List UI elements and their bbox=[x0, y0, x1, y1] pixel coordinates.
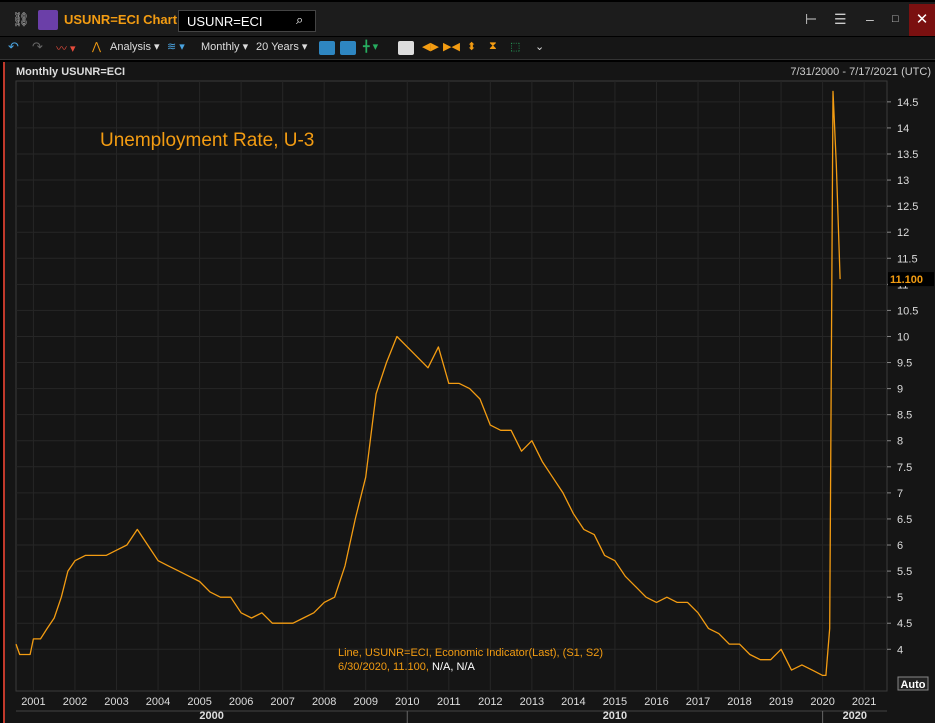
y-tick-label: 10.5 bbox=[897, 305, 918, 317]
x-tick-label: 2004 bbox=[146, 696, 170, 708]
legend-line-1: Line, USUNR=ECI, Economic Indicator(Last… bbox=[338, 647, 603, 659]
y-tick-label: 7.5 bbox=[897, 462, 912, 474]
legend-date-value: 6/30/2020, 11.100, bbox=[338, 661, 432, 673]
y-tick-label: 9 bbox=[897, 384, 903, 396]
y-tick-label: 12 bbox=[897, 227, 909, 239]
y-tick-label: 8 bbox=[897, 436, 903, 448]
legend-line-2: 6/30/2020, 11.100, N/A, N/A bbox=[338, 661, 475, 673]
x-tick-label: 2017 bbox=[686, 696, 710, 708]
x-tick-label: 2007 bbox=[270, 696, 294, 708]
chart-svg[interactable]: 44.555.566.577.588.599.51010.51111.51212… bbox=[0, 0, 935, 723]
y-tick-label: 13 bbox=[897, 175, 909, 187]
y-tick-label: 6 bbox=[897, 540, 903, 552]
auto-scale-label: Auto bbox=[900, 679, 925, 691]
y-tick-label: 5.5 bbox=[897, 566, 912, 578]
plot-area bbox=[15, 80, 888, 692]
y-tick-label: 11.5 bbox=[897, 253, 918, 265]
last-value-label: 11.100 bbox=[890, 274, 923, 286]
y-tick-label: 4.5 bbox=[897, 618, 912, 630]
y-tick-label: 14.5 bbox=[897, 97, 918, 109]
y-tick-label: 5 bbox=[897, 592, 903, 604]
decade-label: 2000 bbox=[199, 710, 223, 722]
x-tick-label: 2003 bbox=[104, 696, 128, 708]
x-tick-label: 2011 bbox=[437, 696, 461, 708]
x-tick-label: 2019 bbox=[769, 696, 793, 708]
x-tick-label: 2014 bbox=[561, 696, 585, 708]
decade-label: 2010 bbox=[603, 710, 627, 722]
x-tick-label: 2020 bbox=[810, 696, 834, 708]
y-tick-label: 10 bbox=[897, 331, 909, 343]
y-tick-label: 8.5 bbox=[897, 410, 912, 422]
x-tick-label: 2005 bbox=[187, 696, 211, 708]
y-tick-label: 12.5 bbox=[897, 201, 918, 213]
x-tick-label: 2016 bbox=[644, 696, 668, 708]
legend-na-values: N/A, N/A bbox=[432, 661, 475, 673]
x-tick-label: 2021 bbox=[852, 696, 876, 708]
y-tick-label: 7 bbox=[897, 488, 903, 500]
x-tick-label: 2001 bbox=[21, 696, 45, 708]
x-tick-label: 2002 bbox=[63, 696, 87, 708]
y-tick-label: 13.5 bbox=[897, 149, 918, 161]
x-tick-label: 2008 bbox=[312, 696, 336, 708]
y-tick-label: 9.5 bbox=[897, 358, 912, 370]
decade-label: 2020 bbox=[843, 710, 867, 722]
y-tick-label: 4 bbox=[897, 644, 903, 656]
x-tick-label: 2012 bbox=[478, 696, 502, 708]
x-tick-label: 2013 bbox=[520, 696, 544, 708]
chart-title: Unemployment Rate, U-3 bbox=[100, 130, 314, 151]
x-tick-label: 2006 bbox=[229, 696, 253, 708]
y-tick-label: 6.5 bbox=[897, 514, 912, 526]
x-tick-label: 2018 bbox=[727, 696, 751, 708]
y-tick-label: 14 bbox=[897, 123, 909, 135]
x-tick-label: 2009 bbox=[353, 696, 377, 708]
x-tick-label: 2010 bbox=[395, 696, 419, 708]
x-tick-label: 2015 bbox=[603, 696, 627, 708]
